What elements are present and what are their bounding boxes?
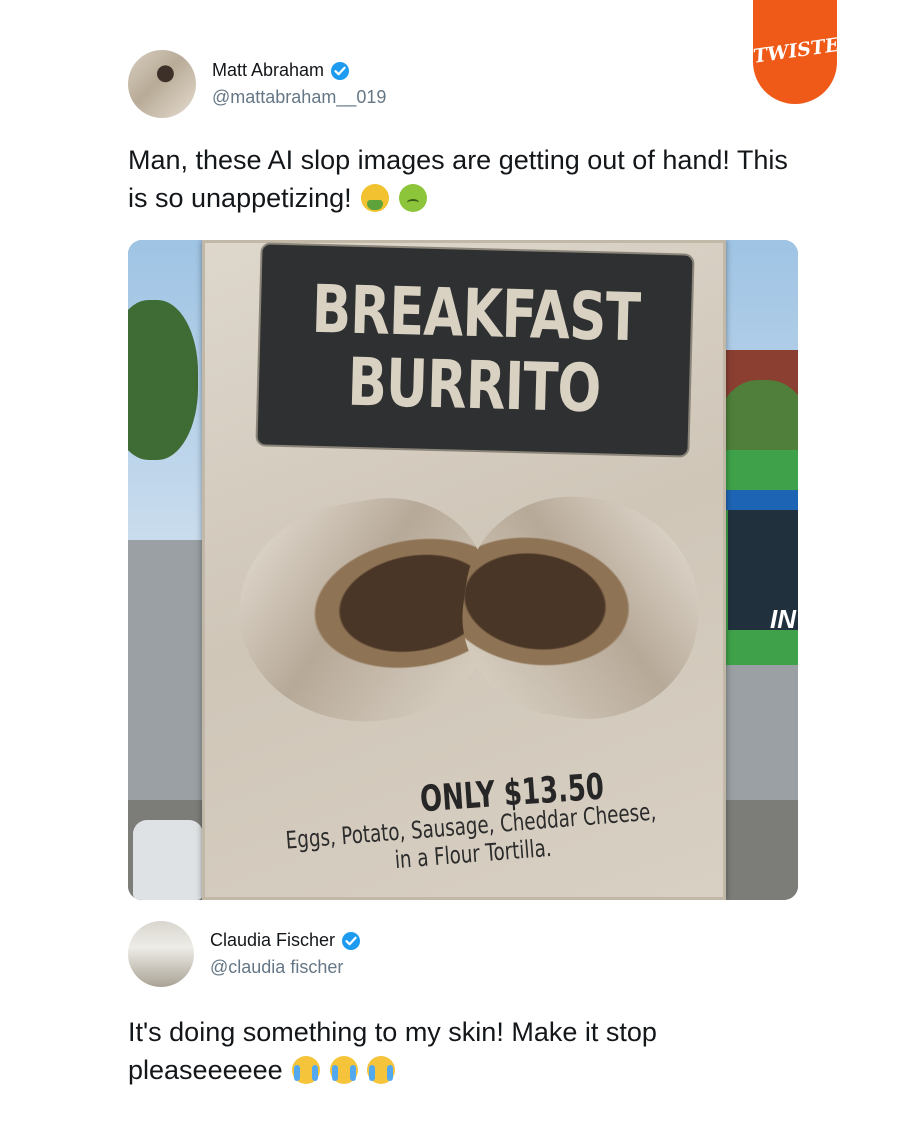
bus-stripe xyxy=(720,490,798,510)
crying-face-icon xyxy=(329,1056,358,1084)
author-handle[interactable]: @claudia fischer xyxy=(210,957,361,978)
sign-title-line-2: BURRITO xyxy=(346,343,602,428)
nauseated-face-icon xyxy=(398,184,427,212)
tweet-text: Man, these AI slop images are getting ou… xyxy=(128,145,788,213)
author-block: Matt Abraham @mattabraham__019 xyxy=(212,60,386,108)
tweet-1-text-block: Man, these AI slop images are getting ou… xyxy=(128,141,808,217)
sign-title-plate: BREAKFAST BURRITO xyxy=(255,242,695,458)
avatar[interactable] xyxy=(128,50,196,118)
author-name[interactable]: Claudia Fischer xyxy=(210,930,335,951)
parked-car xyxy=(133,820,203,900)
tweet-2-text-block: It's doing something to my skin! Make it… xyxy=(128,1013,808,1089)
vomiting-face-icon xyxy=(361,184,390,212)
menu-sign: BREAKFAST BURRITO ONLY $13.50 Eggs, Pota… xyxy=(202,240,726,900)
author-name[interactable]: Matt Abraham xyxy=(212,60,324,81)
bus-lettering: IN xyxy=(770,604,796,634)
tweet-2-header: Claudia Fischer @claudia fischer xyxy=(128,921,361,987)
tweet-1-header: Matt Abraham @mattabraham__019 xyxy=(128,50,386,118)
tree-left xyxy=(128,300,198,460)
verified-badge-icon xyxy=(331,61,350,80)
crying-face-icon xyxy=(292,1056,321,1084)
tweet-image[interactable]: IN BREAKFAST BURRITO ONLY $13.50 Eggs, P… xyxy=(128,240,798,900)
author-handle[interactable]: @mattabraham__019 xyxy=(212,87,386,108)
twisted-logo: TWISTED xyxy=(751,0,858,104)
crying-face-icon xyxy=(367,1056,396,1084)
author-name-row: Matt Abraham xyxy=(212,60,386,81)
author-block: Claudia Fischer @claudia fischer xyxy=(210,930,361,978)
verified-badge-icon xyxy=(342,931,361,950)
logo-text: TWISTED xyxy=(751,31,858,68)
burrito-half-right xyxy=(449,482,714,734)
author-name-row: Claudia Fischer xyxy=(210,930,361,951)
sign-title-line-1: BREAKFAST xyxy=(310,270,641,357)
avatar[interactable] xyxy=(128,921,194,987)
